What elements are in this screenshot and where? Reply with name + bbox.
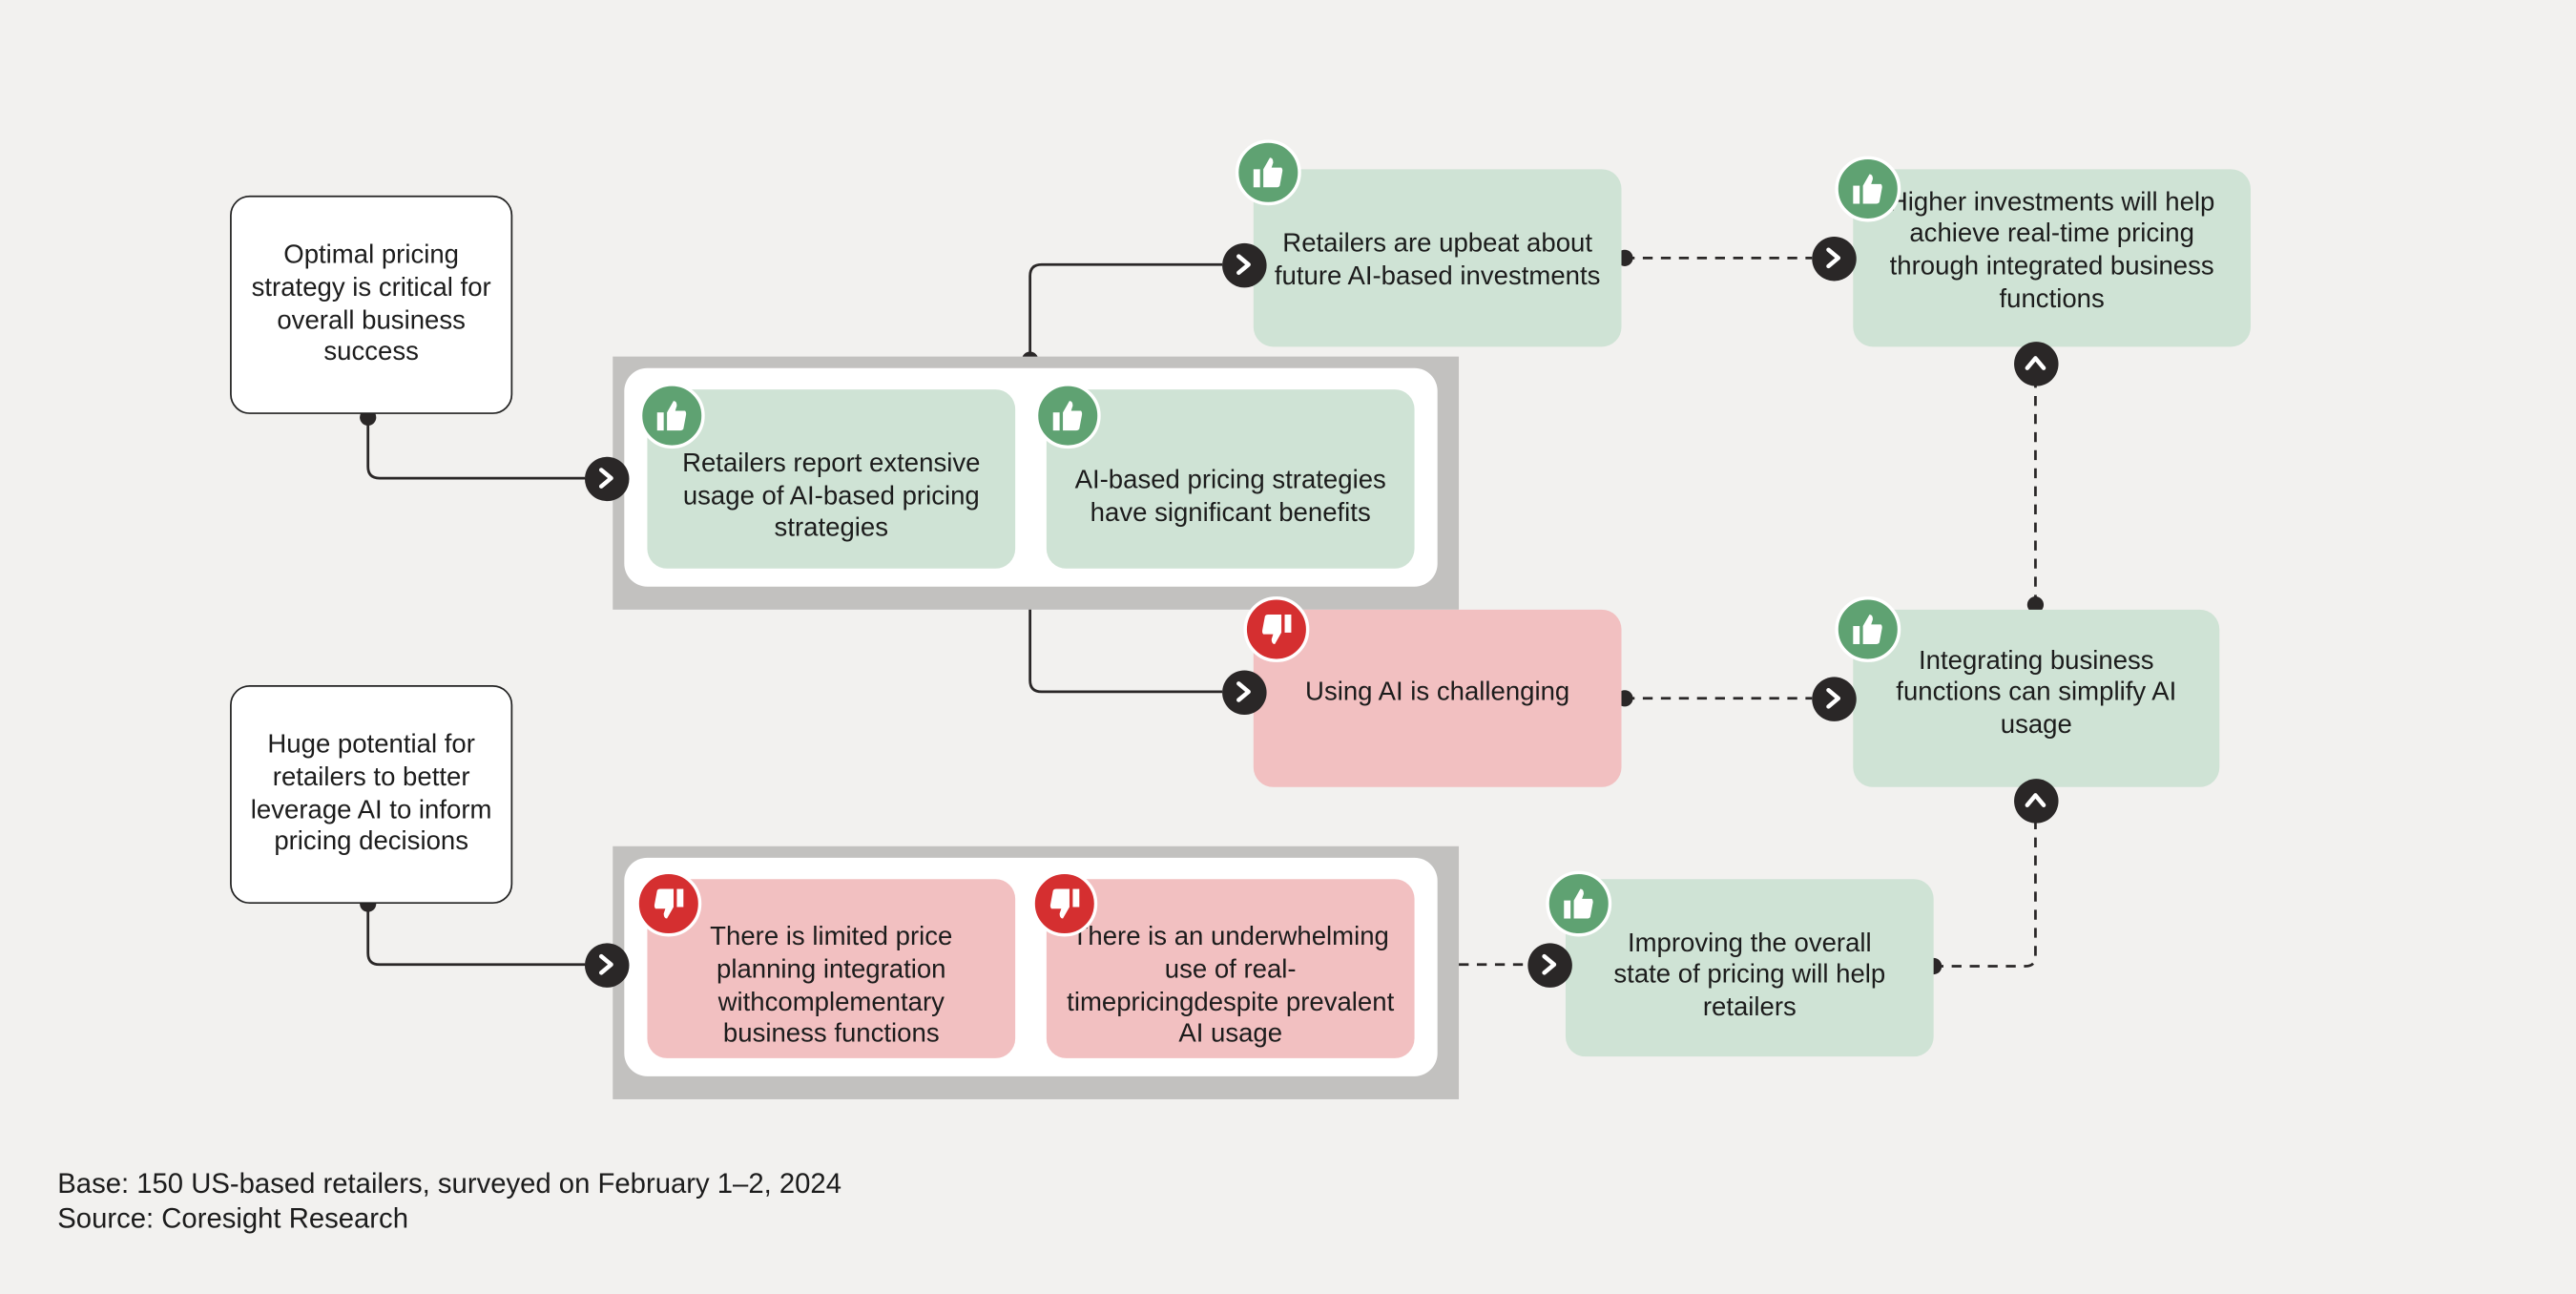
node-improving: Improving the overall state of pricing w… <box>1565 879 1934 1057</box>
chevron-right-icon <box>1527 942 1571 988</box>
footer-source: Source: Coresight Research <box>57 1202 408 1235</box>
chevron-up-icon <box>2013 778 2058 823</box>
chevron-right-icon <box>584 455 629 501</box>
node-higher-investments: Higher investments will help achieve rea… <box>1853 169 2252 347</box>
node-integrating: Integrating business functions can simpl… <box>1853 609 2220 787</box>
node-limited-integration: There is limited price planning integrat… <box>647 879 1016 1058</box>
chevron-right-icon <box>1221 669 1266 715</box>
thumbs-up-icon <box>1546 870 1612 937</box>
chevron-right-icon <box>584 942 629 988</box>
chevron-up-icon <box>2013 341 2058 386</box>
chevron-right-icon <box>1811 236 1856 281</box>
connector-line <box>366 417 585 480</box>
footer-base: Base: 150 US-based retailers, surveyed o… <box>57 1168 842 1200</box>
thumbs-up-icon <box>1235 139 1301 206</box>
node-significant-benefits: AI-based pricing strategies have signifi… <box>1046 389 1415 569</box>
node-underwhelming-use: There is an underwhelming use of real-ti… <box>1046 879 1415 1058</box>
chevron-right-icon <box>1221 241 1266 287</box>
node-upbeat: Retailers are upbeat about future AI-bas… <box>1253 169 1622 347</box>
node-optimal: Optimal pricing strategy is critical for… <box>230 195 513 414</box>
diagram: Optimal pricing strategy is critical for… <box>0 0 2576 1293</box>
thumbs-down-icon <box>1243 596 1310 662</box>
dashed-connector <box>1933 821 2037 968</box>
node-huge-potential: Huge potential for retailers to better l… <box>230 685 513 905</box>
chevron-right-icon <box>1811 676 1856 721</box>
thumbs-down-icon <box>1031 870 1098 937</box>
thumbs-up-icon <box>638 383 705 449</box>
thumbs-down-icon <box>635 870 702 937</box>
thumbs-up-icon <box>1835 156 1901 222</box>
node-challenging: Using AI is challenging <box>1253 609 1622 787</box>
thumbs-up-icon <box>1034 383 1101 449</box>
connector-line <box>1028 262 1223 361</box>
thumbs-up-icon <box>1835 596 1901 662</box>
connector-line <box>366 904 585 967</box>
